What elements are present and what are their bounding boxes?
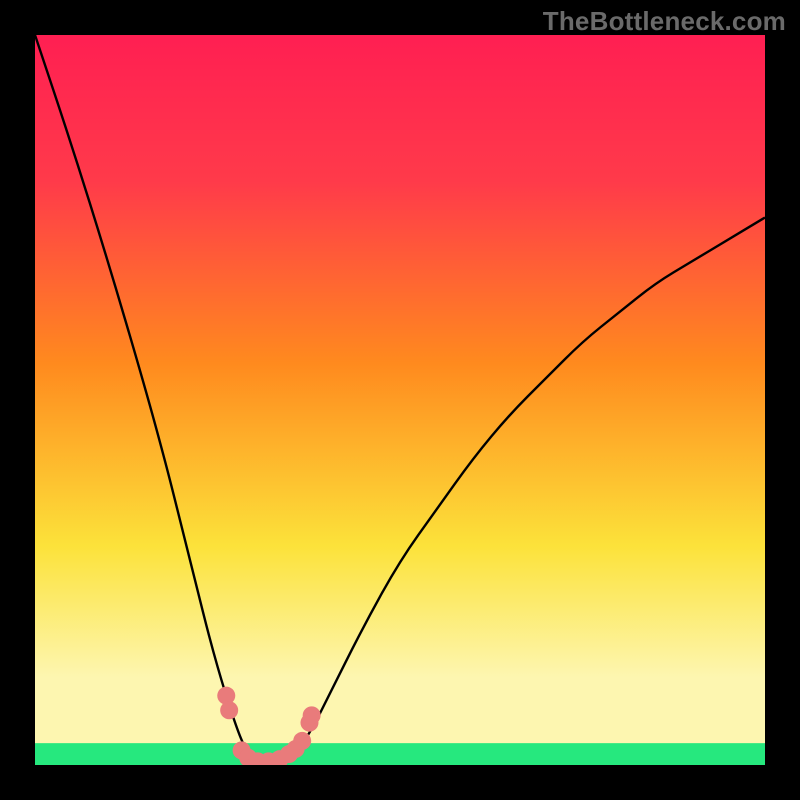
plot-area: [35, 35, 765, 765]
dot-9: [293, 732, 311, 750]
bottom-bands: [35, 677, 765, 765]
watermark-text: TheBottleneck.com: [543, 6, 786, 37]
dot-11: [303, 706, 321, 724]
dot-1: [220, 701, 238, 719]
outer-black-frame: TheBottleneck.com: [0, 0, 800, 800]
chart-svg: [35, 35, 765, 765]
gradient-background: [35, 35, 765, 765]
band-green: [35, 743, 765, 765]
band-pale-yellow: [35, 677, 765, 743]
